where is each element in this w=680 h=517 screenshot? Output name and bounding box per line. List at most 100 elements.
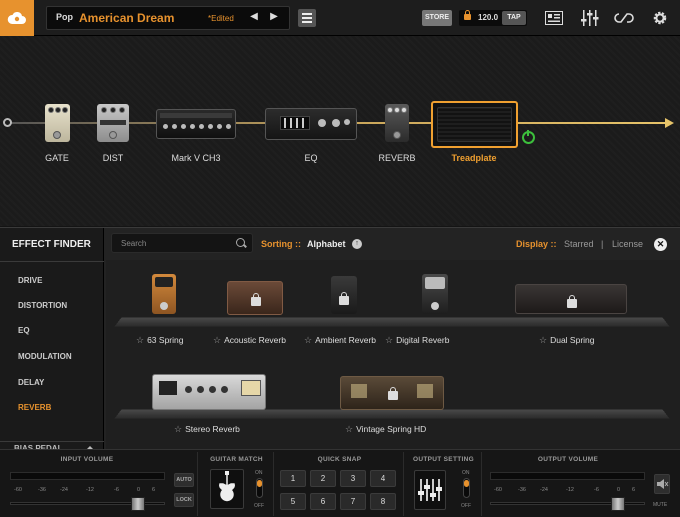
fx-eq-label: EQ (304, 153, 318, 163)
effect-item-label: ☆ Ambient Reverb (304, 335, 377, 345)
output-level-meter (490, 472, 645, 480)
star-icon[interactable]: ☆ (213, 335, 221, 345)
tap-button[interactable]: TAP (502, 11, 526, 25)
quick-snap-4[interactable]: 4 (370, 470, 396, 487)
star-icon[interactable]: ☆ (174, 424, 182, 434)
lock-button[interactable]: LOCK (174, 493, 194, 507)
sorting-value[interactable]: Alphabet (307, 239, 346, 249)
category-eq[interactable]: EQ (18, 326, 30, 335)
top-bar: Pop American Dream *Edited ◀ ▶ STORE 120… (0, 0, 680, 36)
shelf-row-1 (114, 317, 670, 327)
preset-prev-arrow-icon[interactable]: ◀ (247, 11, 261, 25)
store-button[interactable]: STORE (422, 10, 452, 26)
effect-item-vintage-spring-hd[interactable] (340, 376, 444, 410)
scale-label: 0 (137, 487, 141, 493)
effect-item-stereo-reverb[interactable] (152, 374, 266, 410)
quick-snap-6[interactable]: 6 (310, 493, 336, 510)
effect-item-label: ☆ Stereo Reverb (174, 424, 240, 434)
display-license[interactable]: License (612, 239, 643, 249)
quick-snap-7[interactable]: 7 (340, 493, 366, 510)
preset-next-arrow-icon[interactable]: ▶ (267, 11, 281, 25)
input-jack-icon (3, 118, 12, 127)
fx-gate-pedal[interactable] (45, 104, 70, 142)
category-delay[interactable]: DELAY (18, 378, 44, 387)
fx-reverb-pedal[interactable] (385, 104, 409, 142)
lock-icon (567, 295, 577, 308)
scale-label: -36 (38, 487, 46, 493)
preset-bank: Pop (56, 12, 73, 22)
guitar-match-toggle[interactable] (256, 478, 263, 498)
tempo-value: 120.0 (478, 13, 499, 22)
input-volume-slider-thumb[interactable] (131, 497, 145, 511)
category-modulation[interactable]: MODULATION (18, 352, 72, 361)
gear-icon[interactable] (650, 8, 670, 28)
category-separator (0, 441, 104, 442)
guitar-match-on-label: ON (255, 470, 263, 476)
star-icon[interactable]: ☆ (385, 335, 393, 345)
output-volume-slider-thumb[interactable] (611, 497, 625, 511)
mixer-icon[interactable] (580, 8, 600, 28)
effect-item-acoustic-reverb[interactable] (227, 281, 283, 315)
lock-icon (388, 387, 398, 400)
guitar-match-off-label: OFF (254, 503, 264, 509)
power-icon[interactable] (522, 130, 535, 144)
effect-item-ambient-reverb[interactable] (331, 276, 357, 314)
category-reverb[interactable]: REVERB (18, 403, 51, 412)
sort-direction-icon[interactable]: ↑ (352, 239, 362, 249)
quick-snap-2[interactable]: 2 (310, 470, 336, 487)
output-setting-toggle[interactable] (463, 478, 470, 498)
lock-icon (339, 292, 349, 305)
preset-menu-icon[interactable] (298, 9, 316, 27)
scale-label: -60 (14, 487, 22, 493)
scale-label: -60 (494, 487, 502, 493)
fx-cabinet-label: Treadplate (451, 153, 497, 163)
mute-button[interactable] (654, 474, 670, 494)
star-icon[interactable]: ☆ (345, 424, 353, 434)
effect-item-label: ☆ Digital Reverb (385, 335, 450, 345)
search-icon[interactable] (236, 238, 245, 247)
effect-grid: ☆ 63 Spring ☆ Acoustic Reverb ☆ Ambient Rev… (106, 260, 680, 450)
effect-item-63-spring[interactable] (152, 274, 176, 314)
quick-snap-5[interactable]: 5 (280, 493, 306, 510)
star-icon[interactable]: ☆ (136, 335, 144, 345)
cloud-logo-icon[interactable] (0, 0, 34, 36)
quick-snap-8[interactable]: 8 (370, 493, 396, 510)
loop-link-icon[interactable] (614, 8, 634, 28)
fx-eq-rack[interactable] (265, 108, 357, 140)
effect-item-label: ☆ Dual Spring (539, 335, 595, 345)
fx-amp-head[interactable] (156, 109, 236, 139)
quick-snap-1[interactable]: 1 (280, 470, 306, 487)
output-setting-off-label: OFF (461, 503, 471, 509)
fx-cabinet-selected[interactable] (431, 101, 518, 148)
category-distortion[interactable]: DISTORTION (18, 301, 67, 310)
scale-label: -36 (518, 487, 526, 493)
fx-dist-pedal[interactable] (97, 104, 129, 142)
quick-snap-3[interactable]: 3 (340, 470, 366, 487)
display-starred[interactable]: Starred (564, 239, 594, 249)
effect-item-dual-spring[interactable] (515, 284, 627, 314)
tempo-lock-icon[interactable] (464, 10, 471, 20)
preset-selector[interactable]: Pop American Dream *Edited ◀ ▶ (46, 6, 290, 30)
effect-item-label: ☆ Acoustic Reverb (213, 335, 286, 345)
guitar-icon[interactable] (210, 469, 244, 509)
star-icon[interactable]: ☆ (539, 335, 547, 345)
search-box[interactable] (111, 233, 253, 253)
scale-label: -6 (114, 487, 119, 493)
fx-amp-label: Mark V CH3 (171, 153, 221, 163)
close-finder-icon[interactable]: ✕ (654, 238, 667, 251)
effect-item-label: ☆ Vintage Spring HD (345, 424, 427, 434)
output-arrow-icon (665, 118, 674, 128)
bottom-control-bar: INPUT VOLUME -60 -36 -24 -12 -6 0 6 AUTO… (0, 449, 680, 517)
output-eq-icon[interactable] (414, 470, 446, 510)
preset-info-icon[interactable] (544, 8, 564, 28)
search-input[interactable] (121, 236, 231, 250)
effect-item-digital-reverb[interactable] (422, 274, 448, 314)
category-drive[interactable]: DRIVE (18, 276, 42, 285)
auto-button[interactable]: AUTO (174, 473, 194, 487)
star-icon[interactable]: ☆ (304, 335, 312, 345)
tempo-control[interactable]: 120.0 TAP (459, 10, 527, 26)
fx-reverb-label: REVERB (378, 153, 416, 163)
speaker-mute-icon (657, 479, 669, 489)
lock-icon (251, 293, 261, 306)
output-setting-title: OUTPUT SETTING (413, 456, 474, 463)
